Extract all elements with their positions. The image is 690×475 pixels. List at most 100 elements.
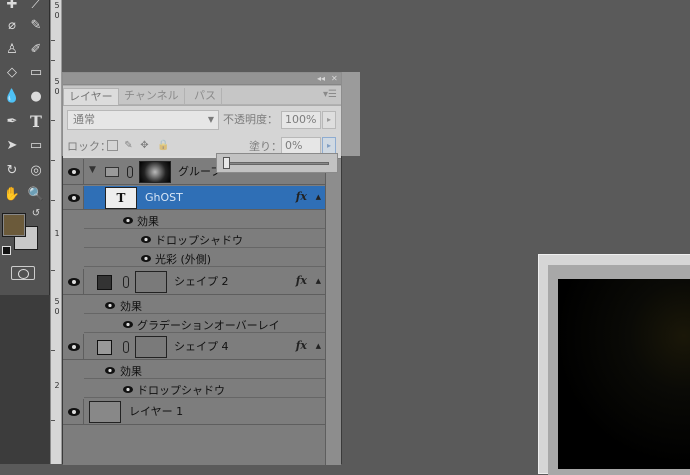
foreground-color-front[interactable]	[2, 213, 26, 237]
layers-list: ▼ グループ T GhOST fx ▲ 効果 ドロップシャドウ 光彩 (外側)	[63, 159, 325, 465]
effect-name: 光彩 (外側)	[155, 253, 212, 266]
visibility-eye-icon[interactable]	[67, 277, 81, 287]
ruler-label: 5	[54, 1, 60, 10]
ruler-tick	[51, 200, 55, 201]
effects-label: 効果	[120, 300, 142, 313]
tab-channels[interactable]: チャンネル	[119, 88, 185, 105]
visibility-eye-icon[interactable]	[67, 342, 81, 352]
shape-fill-thumbnail[interactable]	[97, 275, 112, 290]
fx-icon[interactable]: fx	[296, 339, 307, 352]
effect-item[interactable]: ドロップシャドウ	[84, 230, 325, 248]
effect-item[interactable]: ドロップシャドウ	[84, 380, 325, 398]
effect-name: ドロップシャドウ	[155, 234, 243, 247]
ruler-tick	[51, 420, 55, 421]
eraser-tool-icon[interactable]: ◇	[3, 64, 21, 82]
shape-fill-thumbnail[interactable]	[97, 340, 112, 355]
visibility-eye-icon[interactable]	[140, 253, 152, 262]
3d-rotate-tool-icon[interactable]: ↻	[3, 162, 21, 180]
effects-expand-icon[interactable]: ▲	[316, 277, 321, 285]
hand-tool-icon[interactable]: ✋	[3, 186, 21, 204]
swap-colors-icon[interactable]: ↺	[30, 208, 42, 220]
panel-close-icon[interactable]: ✕	[331, 73, 338, 85]
tools-panel: ✚ ⟋ ⌀ ✎ ♙ ✐ ◇ ▭ 💧 ● ✒ T ➤ ▭ ↻ ◎ ✋ 🔍 ↺	[0, 0, 50, 464]
panel-menu-icon[interactable]: ▾☰	[323, 89, 337, 100]
visibility-eye-icon[interactable]	[67, 193, 81, 203]
brush-tool-icon[interactable]: ✎	[27, 17, 45, 35]
effect-name: グラデーションオーバーレイ	[137, 319, 280, 332]
visibility-eye-icon[interactable]	[140, 234, 152, 243]
visibility-eye-icon[interactable]	[67, 167, 81, 177]
mask-link-icon[interactable]	[123, 341, 129, 353]
layer-row-ghost[interactable]: T GhOST fx ▲	[63, 186, 325, 210]
slider-track[interactable]	[223, 162, 329, 165]
move-tool-icon[interactable]: ✚	[3, 0, 21, 14]
dodge-tool-icon[interactable]: ●	[27, 88, 45, 106]
eyedropper-tool-icon[interactable]: ⟋	[27, 0, 45, 14]
quick-mask-icon[interactable]	[11, 266, 35, 280]
lock-all-icon[interactable]: 🔒	[157, 140, 169, 151]
visibility-eye-icon[interactable]	[122, 215, 134, 224]
folder-icon	[105, 167, 119, 177]
fill-label: 塗り：	[249, 140, 282, 153]
rectangle-tool-icon[interactable]: ▭	[27, 137, 45, 155]
layer-row-shape-4[interactable]: シェイプ 4 fx ▲	[63, 334, 325, 360]
effect-item[interactable]: グラデーションオーバーレイ	[84, 315, 325, 333]
history-brush-tool-icon[interactable]: ✐	[27, 41, 45, 59]
pen-tool-icon[interactable]: ✒	[3, 113, 21, 131]
effects-label: 効果	[137, 215, 159, 228]
vertical-ruler: 5 0 5 0 1 5 0 2	[50, 0, 62, 464]
document-canvas[interactable]	[558, 279, 690, 469]
default-colors-icon[interactable]	[2, 246, 11, 255]
visibility-eye-icon[interactable]	[122, 319, 134, 328]
layer-row-shape-2[interactable]: シェイプ 2 fx ▲	[63, 269, 325, 295]
opacity-label: 不透明度：	[223, 113, 278, 126]
layer-name: グループ	[178, 165, 222, 178]
effects-row[interactable]: 効果	[84, 361, 325, 379]
ruler-tick	[51, 40, 55, 41]
effects-row[interactable]: 効果	[84, 211, 325, 229]
opacity-slider-button[interactable]: ▸	[322, 111, 336, 129]
fill-slider-popup[interactable]	[216, 153, 338, 173]
healing-brush-tool-icon[interactable]: ⌀	[3, 17, 21, 35]
lock-label: ロック：	[67, 140, 111, 153]
3d-orbit-tool-icon[interactable]: ◎	[27, 162, 45, 180]
layer-row-layer-1[interactable]: レイヤー 1	[63, 399, 325, 425]
visibility-eye-icon[interactable]	[67, 407, 81, 417]
text-layer-thumbnail: T	[105, 187, 137, 209]
visibility-eye-icon[interactable]	[122, 384, 134, 393]
effects-label: 効果	[120, 365, 142, 378]
vector-mask-thumbnail	[135, 336, 167, 358]
ruler-tick	[51, 160, 55, 161]
panel-collapse-icon[interactable]: ◂◂	[317, 73, 325, 85]
ruler-tick	[51, 60, 55, 61]
lock-position-icon[interactable]: ✥	[139, 140, 150, 151]
blur-tool-icon[interactable]: 💧	[3, 88, 21, 106]
effects-expand-icon[interactable]: ▲	[316, 342, 321, 350]
mask-link-icon[interactable]	[127, 166, 133, 178]
vector-mask-thumbnail	[135, 271, 167, 293]
stamp-tool-icon[interactable]: ♙	[3, 41, 21, 59]
slider-handle[interactable]	[223, 157, 230, 169]
opacity-input[interactable]: 100%	[281, 111, 321, 129]
lock-image-icon[interactable]: ✎	[123, 140, 134, 151]
blend-mode-select[interactable]: 通常 ▼	[67, 110, 219, 130]
visibility-eye-icon[interactable]	[104, 300, 116, 309]
effects-expand-icon[interactable]: ▲	[316, 193, 321, 201]
zoom-tool-icon[interactable]: 🔍	[27, 186, 45, 204]
gradient-tool-icon[interactable]: ▭	[27, 64, 45, 82]
path-selection-tool-icon[interactable]: ➤	[3, 137, 21, 155]
layer-thumbnail	[89, 401, 121, 423]
layers-scrollbar[interactable]	[325, 159, 341, 465]
tab-layers[interactable]: レイヤー	[63, 88, 119, 105]
effect-item[interactable]: 光彩 (外側)	[84, 249, 325, 267]
visibility-eye-icon[interactable]	[104, 365, 116, 374]
type-tool-icon[interactable]: T	[27, 113, 45, 131]
effects-row[interactable]: 効果	[84, 296, 325, 314]
mask-link-icon[interactable]	[123, 276, 129, 288]
group-expand-icon[interactable]: ▼	[89, 165, 96, 175]
tab-paths[interactable]: パス	[189, 88, 222, 105]
fx-icon[interactable]: fx	[296, 274, 307, 287]
panel-tabbar: レイヤー チャンネル パス ▾☰	[63, 86, 341, 105]
fx-icon[interactable]: fx	[296, 190, 307, 203]
lock-transparent-icon[interactable]	[107, 140, 118, 151]
